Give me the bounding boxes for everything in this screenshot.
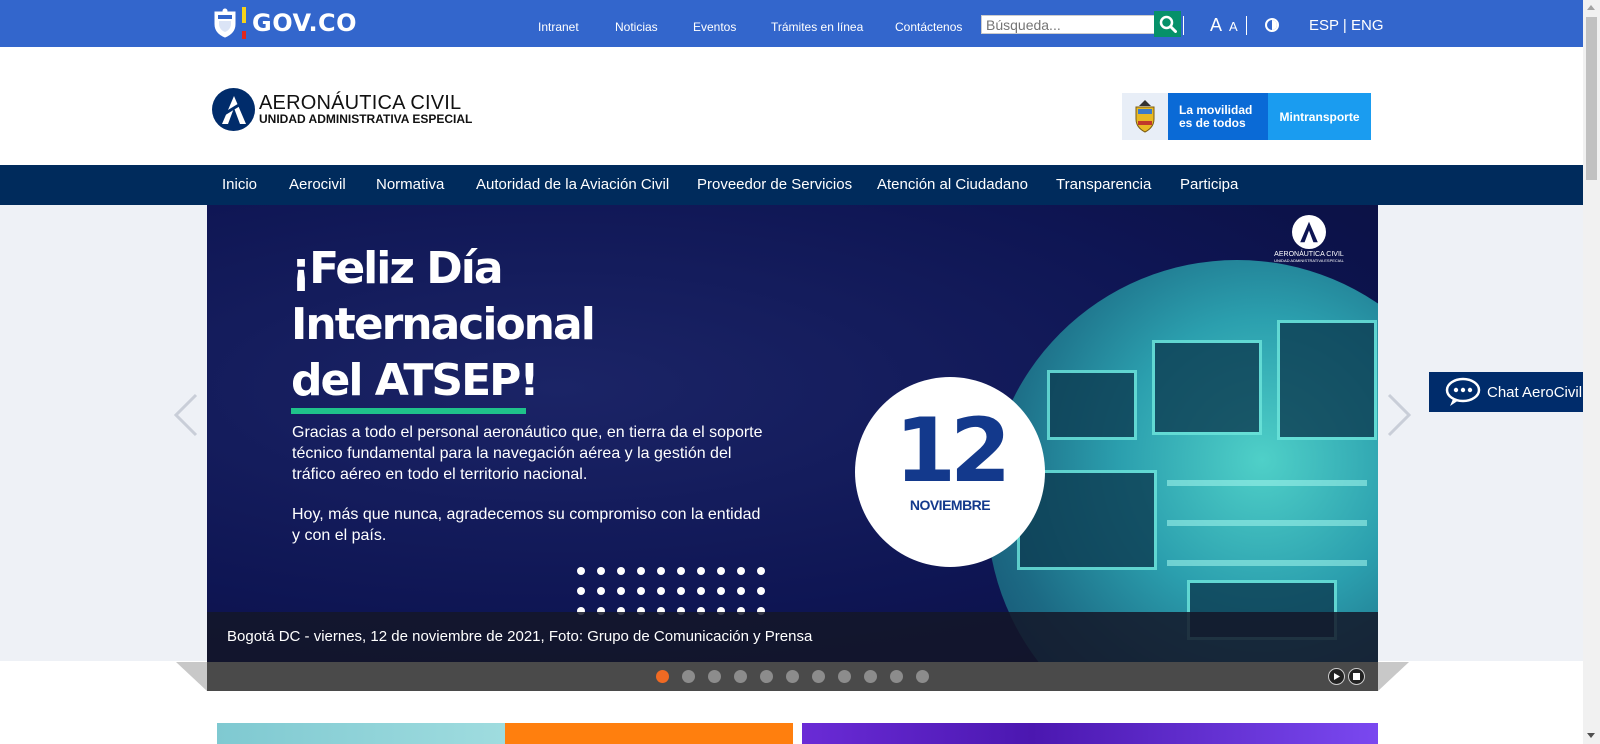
top-link-tramites[interactable]: Trámites en línea [771,20,863,34]
headline-underline [291,408,526,414]
slider-page-dot[interactable] [812,670,825,683]
play-button[interactable] [1328,668,1345,685]
date-month: NOVIEMBRE [909,497,991,513]
divider [1183,16,1184,35]
slider-page-dot[interactable] [682,670,695,683]
slogan-line-2: es de todos [1179,116,1246,130]
play-icon [1334,673,1340,680]
slider-page-dot[interactable] [708,670,721,683]
headline-line-3: del ATSEP! [291,355,539,406]
nav-item-aerocivil[interactable]: Aerocivil [289,176,346,193]
slide-logo-title: AERONÁUTICA CIVIL [1274,251,1344,258]
lang-esp-link[interactable]: ESP [1309,17,1339,34]
slider-prev-arrow-icon[interactable] [172,393,202,437]
slide-body-2: Hoy, más que nunca, agradecemos su compr… [292,506,761,544]
colombia-coat-of-arms-icon [1122,93,1168,140]
contrast-icon[interactable] [1265,18,1279,32]
lang-separator: | [1342,17,1347,34]
page-scrollbar[interactable] [1583,0,1600,744]
scroll-down-icon[interactable] [1587,733,1595,738]
slide-headline: ¡Feliz Día Internacional del ATSEP! [291,241,596,409]
slider-page-dot[interactable] [838,670,851,683]
logo-subtitle: UNIDAD ADMINISTRATIVA ESPECIAL [259,112,473,126]
logo-title: AERONÁUTICA CIVIL [259,92,462,114]
slide-logo-subtitle: UNIDAD ADMINISTRATIVA ESPECIAL [1274,258,1344,263]
nav-item-normativa[interactable]: Normativa [376,176,444,193]
govco-logo[interactable]: GOV.CO [212,7,357,39]
slider-page-dot[interactable] [864,670,877,683]
top-link-intranet[interactable]: Intranet [538,20,579,34]
slider-page-dot[interactable] [890,670,903,683]
font-increase-button[interactable]: A [1210,15,1222,36]
top-link-noticias[interactable]: Noticias [615,20,658,34]
top-link-eventos[interactable]: Eventos [693,20,736,34]
aerocivil-logo[interactable]: AERONÁUTICA CIVIL UNIDAD ADMINISTRATIVA … [212,88,472,131]
top-link-contactenos[interactable]: Contáctenos [895,20,962,34]
headline-line-1: ¡Feliz Día [291,243,504,294]
nav-item-transparencia[interactable]: Transparencia [1056,176,1151,193]
nav-item-inicio[interactable]: Inicio [222,176,257,193]
slider-corner-left [176,662,207,691]
slide-body-1: Gracias a todo el personal aeronáutico q… [292,424,763,483]
slider-page-dot[interactable] [656,670,669,683]
mintransporte-label: Mintransporte [1268,93,1371,140]
hero-slide[interactable]: ¡Feliz Día Internacional del ATSEP! Grac… [207,205,1378,662]
slider-page-dot[interactable] [734,670,747,683]
colombia-shield-icon [214,8,236,38]
mintransporte-slogan: La movilidad es de todos [1168,93,1268,140]
main-nav: Inicio Aerocivil Normativa Autoridad de … [0,165,1583,205]
nav-item-proveedor[interactable]: Proveedor de Servicios [697,176,852,193]
slider-pagination [656,670,929,683]
colombia-flag-icon [242,7,246,39]
govco-top-bar: GOV.CO Intranet Noticias Eventos Trámite… [0,0,1583,47]
nav-item-atencion[interactable]: Atención al Ciudadano [877,176,1028,193]
news-card-2[interactable] [802,723,1378,744]
nav-item-participa[interactable]: Participa [1180,176,1238,193]
search-input[interactable] [981,15,1156,34]
slide-aerocivil-logo: AERONÁUTICA CIVIL UNIDAD ADMINISTRATIVA … [1269,215,1349,263]
nav-item-autoridad[interactable]: Autoridad de la Aviación Civil [476,176,669,193]
news-card-1[interactable] [217,723,793,744]
headline-line-2: Internacional [291,299,596,350]
date-badge: 12 NOVIEMBRE [855,377,1045,567]
chat-aerocivil-button[interactable]: Chat AeroCivil [1429,372,1600,412]
slider-next-arrow-icon[interactable] [1383,393,1413,437]
slider-corner-right [1378,662,1409,691]
font-decrease-button[interactable]: A [1229,19,1238,34]
slider-page-dot[interactable] [916,670,929,683]
scroll-up-icon[interactable] [1587,5,1595,10]
lang-eng-link[interactable]: ENG [1351,17,1384,34]
slider-controls [207,662,1378,691]
govco-logo-text: GOV.CO [252,9,358,37]
stop-button[interactable] [1348,668,1365,685]
scrollbar-thumb[interactable] [1586,17,1597,180]
stop-icon [1353,673,1360,680]
date-number: 12 [894,399,1011,502]
slide-caption: Bogotá DC - viernes, 12 de noviembre de … [207,612,1378,662]
search-button[interactable] [1154,11,1181,37]
aerocivil-a-icon [1292,215,1326,249]
chat-bubble-icon [1445,377,1481,406]
language-switcher: ESP | ENG [1309,17,1384,34]
mintransporte-banner[interactable]: La movilidad es de todos Mintransporte [1122,93,1371,140]
slider-page-dot[interactable] [786,670,799,683]
chat-label: Chat AeroCivil [1487,383,1583,401]
search-icon [1159,15,1177,33]
aerocivil-a-icon [212,88,255,131]
decorative-dot-grid [577,567,766,615]
slider-page-dot[interactable] [760,670,773,683]
divider [1246,16,1247,35]
